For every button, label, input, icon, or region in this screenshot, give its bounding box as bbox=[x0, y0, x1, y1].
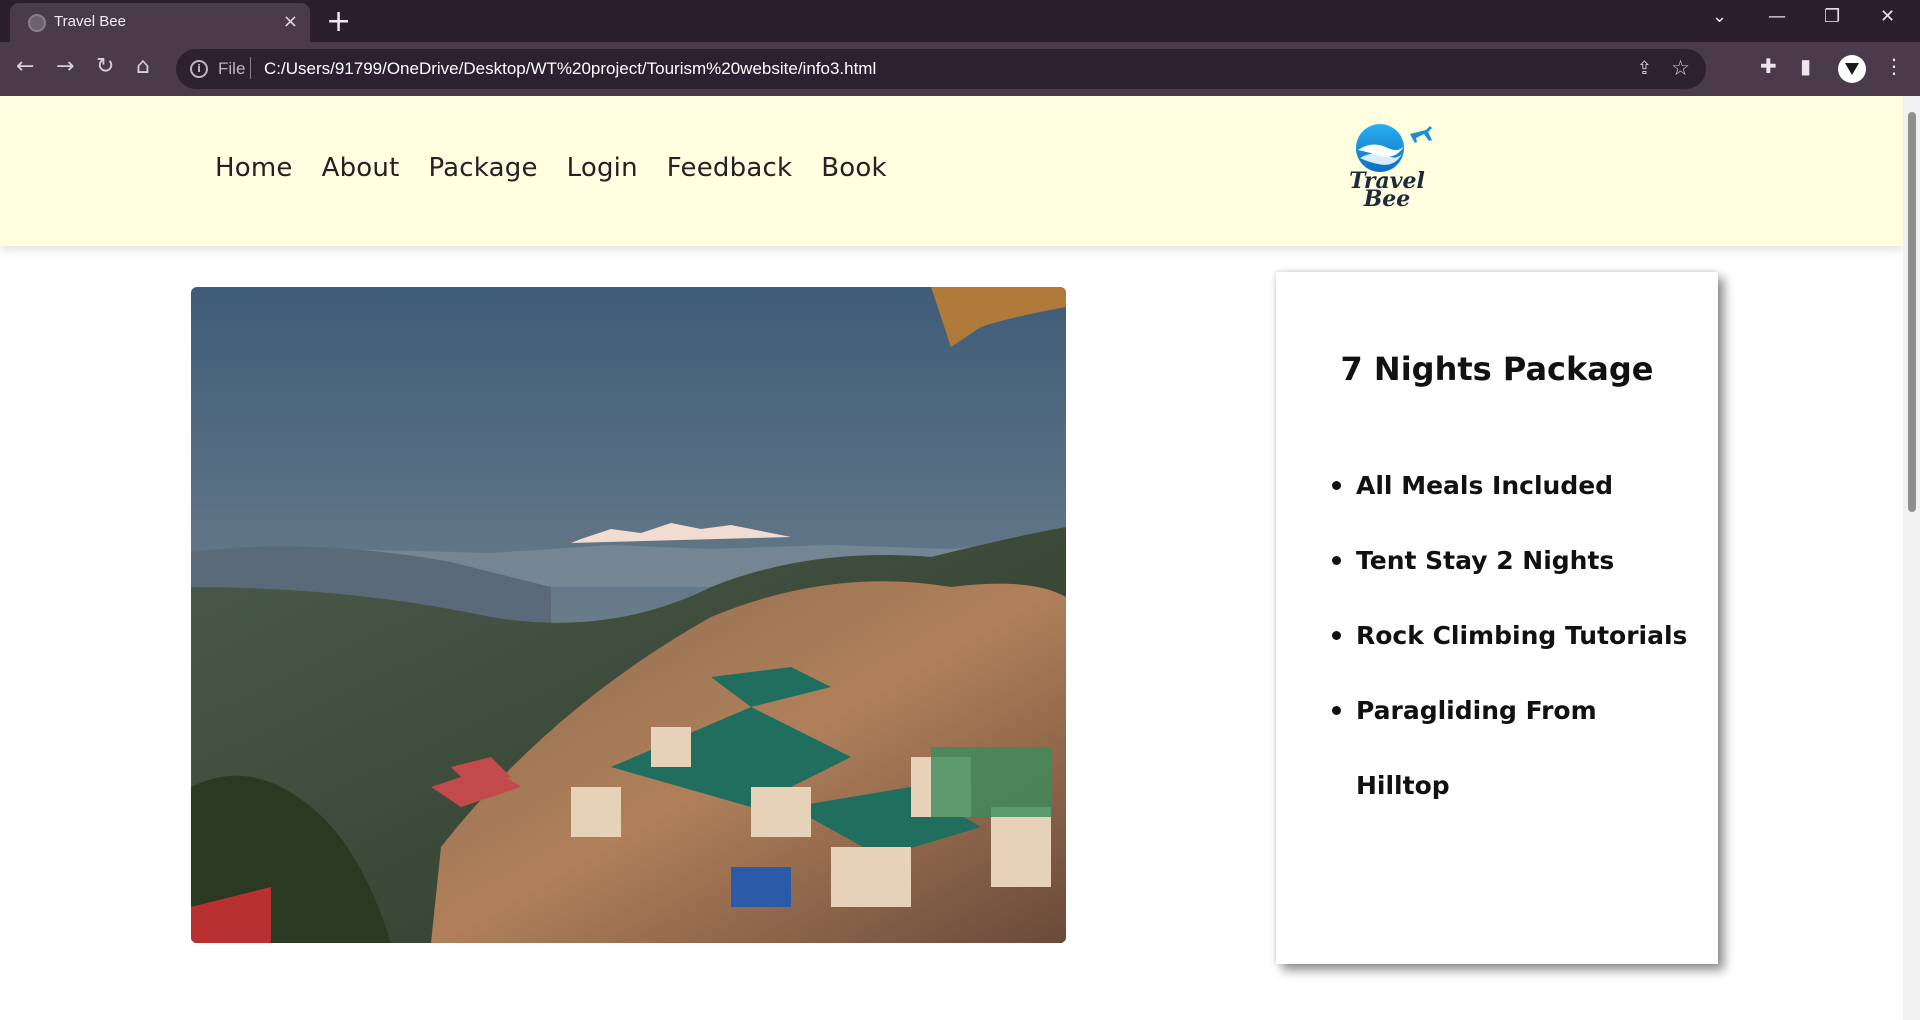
restore-icon[interactable]: ❐ bbox=[1824, 6, 1840, 27]
list-item: All Meals Included bbox=[1332, 448, 1696, 523]
tab-search-icon[interactable]: ⌄ bbox=[1712, 6, 1727, 27]
package-card: 7 Nights Package All Meals Included Tent… bbox=[1276, 272, 1718, 964]
close-tab-icon[interactable]: × bbox=[283, 11, 298, 32]
info-icon[interactable]: i bbox=[190, 60, 208, 78]
list-item: Tent Stay 2 Nights bbox=[1332, 523, 1696, 598]
share-icon[interactable]: ⇪ bbox=[1637, 58, 1652, 79]
browser-toolbar: ← → ↻ ⌂ i File C:/Users/91799/OneDrive/D… bbox=[0, 42, 1920, 96]
address-divider bbox=[250, 57, 251, 79]
profile-avatar[interactable] bbox=[1838, 55, 1866, 83]
side-panel-icon[interactable]: ▮ bbox=[1800, 54, 1811, 78]
logo-wordmark: Travel Bee bbox=[1332, 170, 1442, 210]
nav-feedback[interactable]: Feedback bbox=[667, 153, 792, 183]
destination-photo bbox=[191, 287, 1066, 943]
list-item: Paragliding From Hilltop bbox=[1332, 673, 1696, 823]
nav-about[interactable]: About bbox=[322, 153, 400, 183]
tab-title: Travel Bee bbox=[54, 13, 126, 30]
minimize-icon[interactable]: — bbox=[1768, 6, 1786, 27]
address-bar[interactable]: i File C:/Users/91799/OneDrive/Desktop/W… bbox=[176, 49, 1706, 89]
close-window-icon[interactable]: ✕ bbox=[1880, 6, 1895, 27]
reload-icon[interactable]: ↻ bbox=[96, 54, 114, 79]
site-header: Home About Package Login Feedback Book T… bbox=[0, 96, 1903, 246]
package-title: 7 Nights Package bbox=[1340, 350, 1654, 388]
address-scheme: File bbox=[218, 59, 246, 78]
nav-book[interactable]: Book bbox=[821, 153, 887, 183]
package-features: All Meals Included Tent Stay 2 Nights Ro… bbox=[1332, 448, 1696, 823]
list-item: Rock Climbing Tutorials bbox=[1332, 598, 1696, 673]
nav-package[interactable]: Package bbox=[428, 153, 537, 183]
browser-tab[interactable]: Travel Bee × bbox=[10, 3, 310, 42]
new-tab-button[interactable]: + bbox=[326, 4, 351, 39]
globe-icon bbox=[28, 14, 46, 32]
menu-kebab-icon[interactable]: ⋮ bbox=[1884, 54, 1904, 78]
page-viewport: Home About Package Login Feedback Book T… bbox=[0, 96, 1920, 1020]
home-icon[interactable]: ⌂ bbox=[136, 54, 150, 79]
page-scrollbar[interactable] bbox=[1903, 96, 1920, 1020]
browser-tab-strip: Travel Bee × + ⌄ — ❐ ✕ bbox=[0, 0, 1920, 42]
main-nav: Home About Package Login Feedback Book bbox=[215, 153, 916, 183]
nav-login[interactable]: Login bbox=[567, 153, 638, 183]
nav-home[interactable]: Home bbox=[215, 153, 293, 183]
scrollbar-thumb[interactable] bbox=[1908, 112, 1916, 512]
extensions-icon[interactable]: ✚ bbox=[1760, 54, 1777, 78]
bookmark-star-icon[interactable]: ☆ bbox=[1671, 56, 1690, 80]
back-icon[interactable]: ← bbox=[16, 54, 34, 79]
travel-bee-logo[interactable]: Travel Bee bbox=[1332, 120, 1442, 220]
forward-icon[interactable]: → bbox=[56, 54, 74, 79]
address-url[interactable]: C:/Users/91799/OneDrive/Desktop/WT%20pro… bbox=[264, 59, 876, 79]
